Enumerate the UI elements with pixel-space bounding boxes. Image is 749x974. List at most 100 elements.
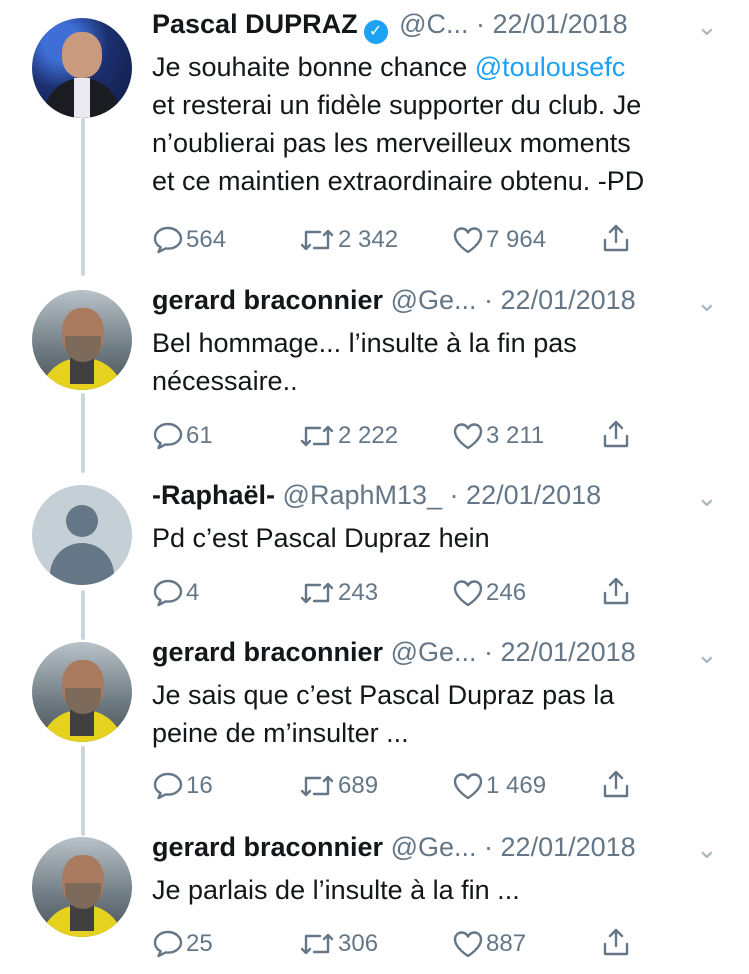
avatar[interactable] [32,18,132,118]
avatar[interactable] [32,642,132,742]
tweet-date[interactable]: 22/01/2018 [501,832,636,862]
tweet-header: gerard braconnier @Ge... · 22/01/2018 [152,634,722,670]
retweet-button[interactable]: 2 342 [298,222,398,258]
tweet-date[interactable]: 22/01/2018 [501,285,636,315]
avatar[interactable] [32,837,132,937]
user-handle[interactable]: @Ge... [391,285,477,315]
tweet-text-line: et ce maintien extraordinaire obtenu. -P… [152,166,645,196]
reply-count: 25 [186,930,213,957]
retweet-count: 2 222 [338,422,399,449]
heart-icon [453,580,483,607]
user-handle[interactable]: @Ge... [391,832,477,862]
tweet-text-line: Je parlais de l’insulte à la fin ... [152,875,520,905]
retweet-button[interactable]: 243 [298,575,378,611]
tweet-text-line: peine de m’insulter ... [152,718,409,748]
retweet-count: 2 342 [338,226,399,253]
like-button[interactable]: 7 964 [452,222,546,258]
share-button[interactable] [600,575,632,618]
share-button[interactable] [600,418,632,461]
user-handle[interactable]: @Ge... [391,637,477,667]
retweet-icon [300,582,334,604]
chevron-down-icon[interactable]: ⌄ [696,8,718,44]
share-button[interactable] [600,768,632,811]
chevron-down-icon[interactable]: ⌄ [696,636,718,672]
tweet-text-line: Pd c’est Pascal Dupraz hein [152,523,490,553]
reply-button[interactable]: 564 [152,222,226,258]
like-button[interactable]: 3 211 [452,418,544,454]
chevron-down-icon[interactable]: ⌄ [696,479,718,515]
like-button[interactable]: 246 [452,575,526,611]
share-icon [603,224,629,252]
reply-button[interactable]: 16 [152,768,213,804]
retweet-count: 243 [338,579,379,606]
share-button[interactable] [600,222,632,265]
like-count: 887 [486,930,527,957]
like-count: 1 469 [486,772,547,799]
user-handle[interactable]: @C... [399,9,468,39]
share-button[interactable] [600,926,632,969]
heart-icon [453,227,483,254]
tweet-actions: 61 2 222 3 211 [152,418,672,454]
retweet-count: 689 [338,772,379,799]
user-name[interactable]: gerard braconnier [152,637,383,667]
tweet-header: -Raphaël- @RaphM13_ · 22/01/2018 [152,477,722,513]
like-button[interactable]: 887 [452,926,526,962]
retweet-icon [300,933,334,955]
user-name[interactable]: gerard braconnier [152,285,383,315]
reply-icon [153,422,183,450]
tweet-text-line: Bel hommage... l’insulte à la fin pas [152,328,577,358]
tweet-text: Pd c’est Pascal Dupraz hein [152,519,712,557]
thread-connector [81,118,85,276]
tweet-actions: 25 306 887 [152,926,672,962]
reply-count: 16 [186,772,213,799]
reply-count: 4 [186,579,200,606]
separator: · [476,832,501,862]
retweet-button[interactable]: 2 222 [298,418,398,454]
retweet-icon [300,775,334,797]
separator: · [476,637,501,667]
tweet-text-line: Je souhaite bonne chance @toulousefc [152,48,712,86]
user-name[interactable]: Pascal DUPRAZ [152,9,358,39]
tweet-header: Pascal DUPRAZ ✓ @C... · 22/01/2018 [152,6,722,44]
reply-count: 61 [186,422,213,449]
share-icon [603,420,629,448]
chevron-down-icon[interactable]: ⌄ [696,831,718,867]
chevron-down-icon[interactable]: ⌄ [696,284,718,320]
reply-count: 564 [186,226,227,253]
tweet-date[interactable]: 22/01/2018 [466,480,601,510]
user-name[interactable]: -Raphaël- [152,480,275,510]
share-icon [603,577,629,605]
share-icon [603,928,629,956]
reply-button[interactable]: 4 [152,575,199,611]
separator: · [476,285,501,315]
tweet-text: Bel hommage... l’insulte à la fin pas né… [152,324,712,400]
heart-icon [453,423,483,450]
retweet-button[interactable]: 306 [298,926,378,962]
avatar[interactable] [32,485,132,585]
thread-connector [81,590,85,640]
reply-icon [153,772,183,800]
reply-button[interactable]: 25 [152,926,213,962]
retweet-icon [300,425,334,447]
user-handle[interactable]: @RaphM13_ [283,480,443,510]
mention-link[interactable]: @toulousefc [475,52,626,82]
retweet-button[interactable]: 689 [298,768,378,804]
retweet-icon [300,229,334,251]
tweet-date[interactable]: 22/01/2018 [493,9,628,39]
heart-icon [453,773,483,800]
tweet-actions: 564 2 342 7 964 [152,222,672,258]
tweet-text: Je sais que c’est Pascal Dupraz pas la p… [152,676,712,752]
tweet-actions: 4 243 246 [152,575,672,611]
user-name[interactable]: gerard braconnier [152,832,383,862]
like-count: 246 [486,579,527,606]
tweet-text: Je souhaite bonne chance @toulousefc et … [152,48,712,200]
retweet-count: 306 [338,930,379,957]
like-button[interactable]: 1 469 [452,768,546,804]
reply-button[interactable]: 61 [152,418,213,454]
verified-badge-icon: ✓ [363,20,388,44]
heart-icon [453,931,483,958]
tweet-date[interactable]: 22/01/2018 [501,637,636,667]
tweet-actions: 16 689 1 469 [152,768,672,804]
avatar[interactable] [32,290,132,390]
tweet-text-line: nécessaire.. [152,366,298,396]
